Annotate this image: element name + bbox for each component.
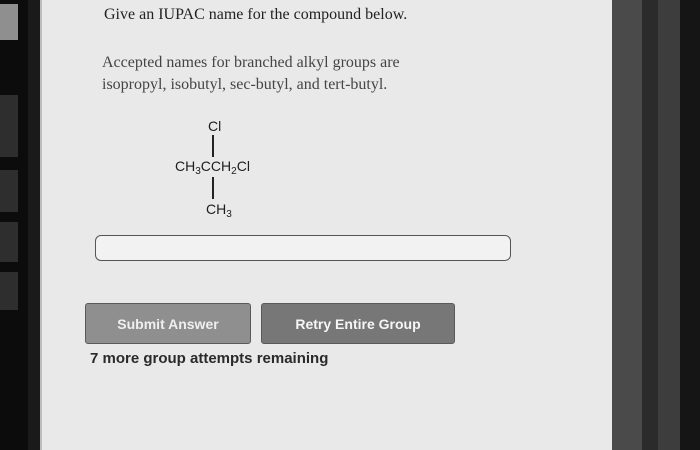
left-strip-marker	[0, 170, 18, 212]
answer-input[interactable]	[95, 235, 511, 261]
left-strip-marker	[0, 95, 18, 157]
retry-entire-group-button[interactable]: Retry Entire Group	[261, 303, 455, 344]
attempts-remaining-text: 7 more group attempts remaining	[90, 350, 329, 367]
left-strip-marker	[0, 222, 18, 262]
right-background-panel	[642, 0, 658, 450]
naming-hint: Accepted names for branched alkyl groups…	[102, 52, 522, 96]
hint-line: isopropyl, isobutyl, sec-butyl, and tert…	[102, 76, 388, 93]
right-background-panel	[680, 0, 700, 450]
left-strip-marker	[0, 272, 18, 310]
left-strip-marker	[0, 4, 18, 40]
left-background-strip	[0, 0, 28, 450]
hint-line: Accepted names for branched alkyl groups…	[102, 54, 400, 71]
submit-answer-button[interactable]: Submit Answer	[85, 303, 251, 344]
question-prompt: Give an IUPAC name for the compound belo…	[104, 6, 408, 23]
